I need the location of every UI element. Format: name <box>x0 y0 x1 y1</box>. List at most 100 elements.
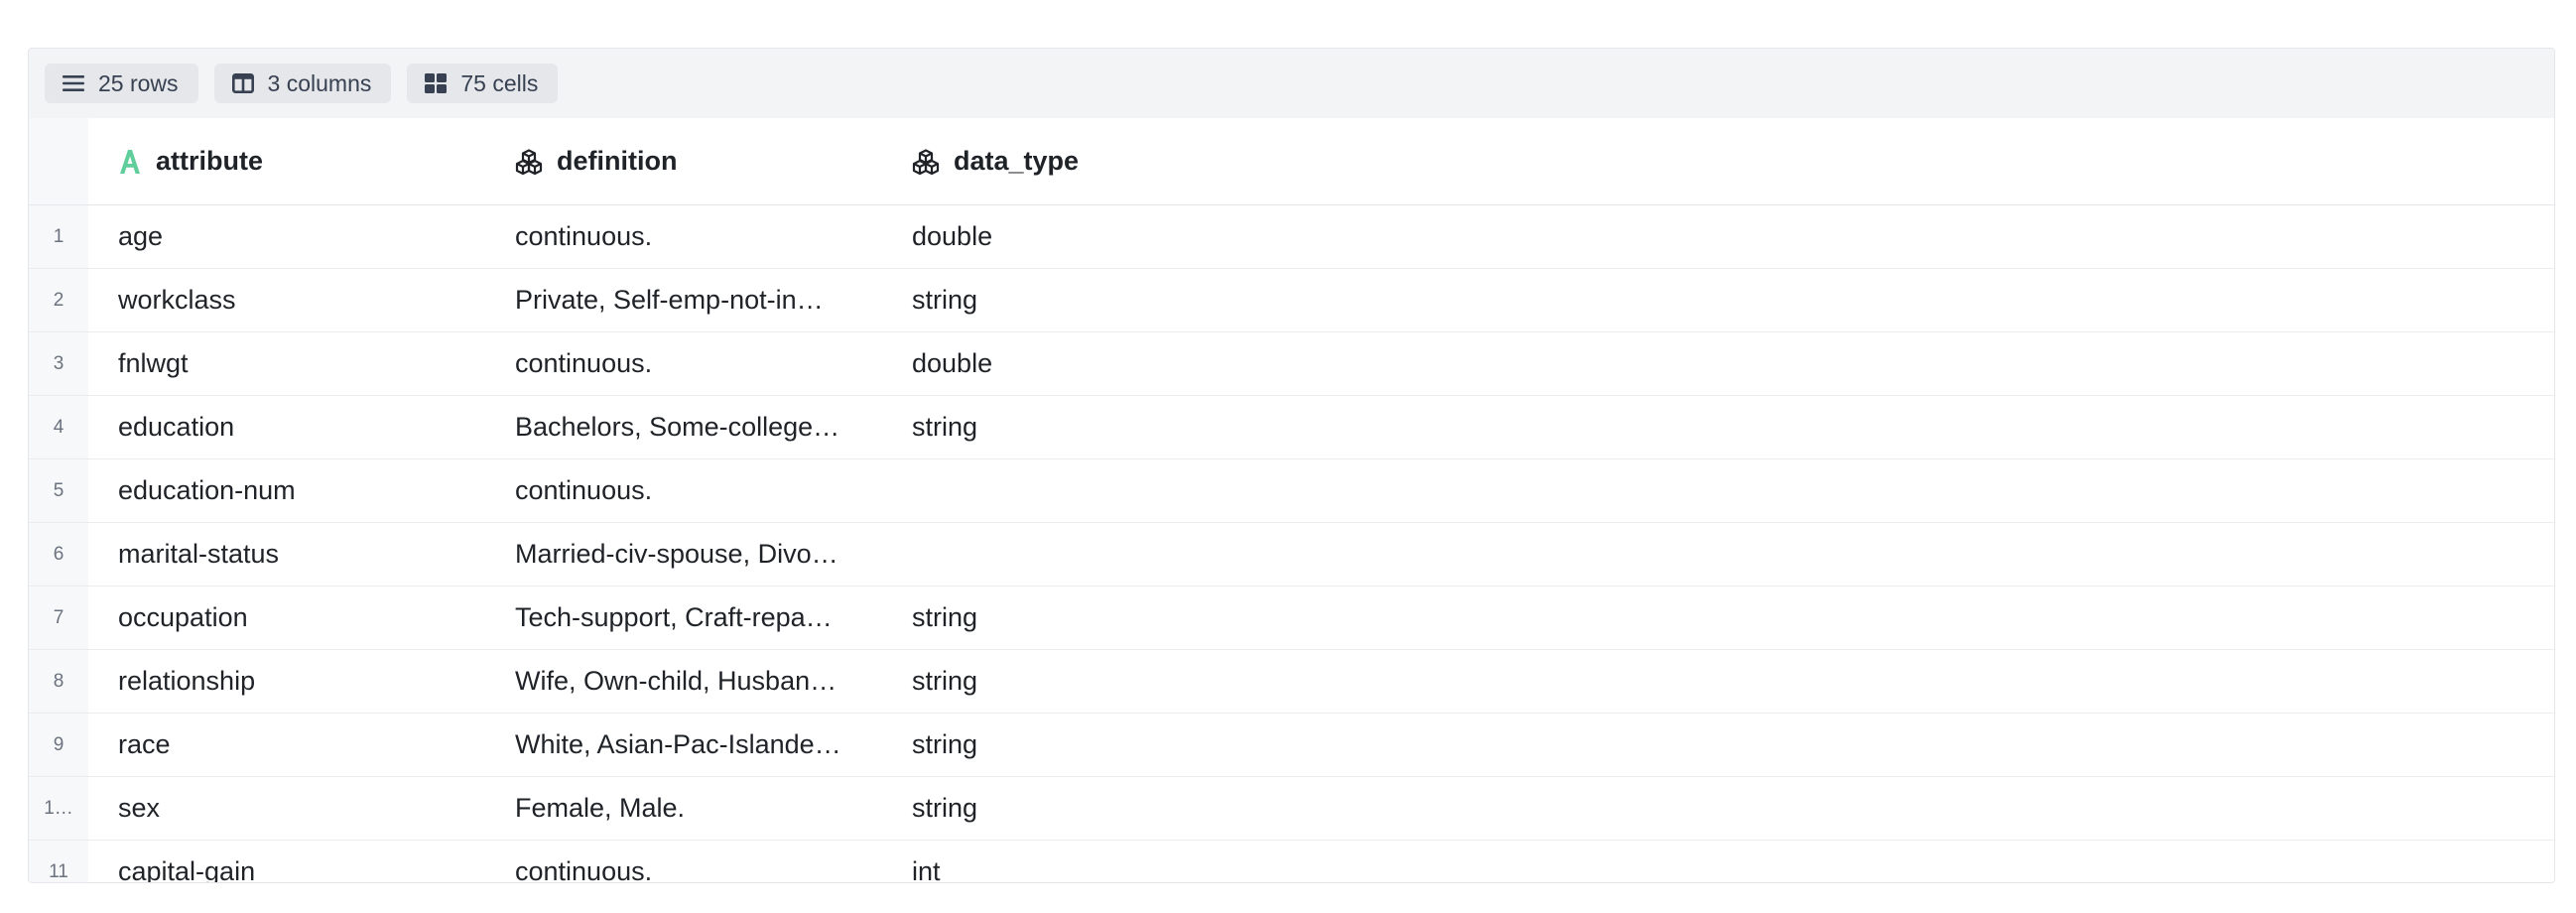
row-filler <box>1279 205 2554 268</box>
cubes-icon <box>515 148 543 175</box>
cell-definition[interactable]: Wife, Own-child, Husban… <box>485 650 882 713</box>
cell-text: race <box>118 729 171 759</box>
row-index: 9 <box>29 714 88 776</box>
cell-definition[interactable]: Tech-support, Craft-repa… <box>485 587 882 649</box>
table-row[interactable]: 8 relationship Wife, Own-child, Husban… … <box>29 650 2554 714</box>
cells-count-label: 75 cells <box>460 69 539 96</box>
cell-text: Female, Male. <box>515 793 686 823</box>
cell-definition[interactable]: continuous. <box>485 459 882 522</box>
table-row[interactable]: 4 education Bachelors, Some-college… str… <box>29 396 2554 459</box>
table-row[interactable]: 3 fnlwgt continuous. double <box>29 332 2554 396</box>
column-header-data-type[interactable]: data_type <box>882 118 1279 204</box>
cell-text: continuous. <box>515 856 653 883</box>
cell-text: string <box>912 666 978 696</box>
cell-definition[interactable]: Married-civ-spouse, Divo… <box>485 523 882 586</box>
cell-definition[interactable]: Private, Self-emp-not-in… <box>485 269 882 331</box>
row-index: 6 <box>29 523 88 586</box>
cell-text: Private, Self-emp-not-in… <box>515 285 824 315</box>
cell-text: string <box>912 602 978 632</box>
cell-text: Wife, Own-child, Husban… <box>515 666 837 696</box>
table-row[interactable]: 7 occupation Tech-support, Craft-repa… s… <box>29 587 2554 650</box>
table-row[interactable]: 9 race White, Asian-Pac-Islande… string <box>29 714 2554 777</box>
cells-count-chip[interactable]: 75 cells <box>407 64 559 103</box>
header-filler <box>1279 118 2554 204</box>
cell-text: relationship <box>118 666 256 696</box>
cell-definition[interactable]: Female, Male. <box>485 777 882 840</box>
cell-definition[interactable]: continuous. <box>485 332 882 395</box>
column-header-definition[interactable]: definition <box>485 118 882 204</box>
cell-attribute[interactable]: capital-gain <box>88 841 485 882</box>
column-header-label: data_type <box>954 146 1080 176</box>
cell-data-type[interactable]: double <box>882 205 1279 268</box>
cell-attribute[interactable]: fnlwgt <box>88 332 485 395</box>
cell-data-type[interactable]: string <box>882 777 1279 840</box>
table-summary-toolbar: 25 rows 3 columns 75 cells <box>29 49 2554 118</box>
cell-data-type[interactable]: string <box>882 269 1279 331</box>
table-row[interactable]: 1 age continuous. double <box>29 205 2554 269</box>
row-filler <box>1279 777 2554 840</box>
cell-definition[interactable]: White, Asian-Pac-Islande… <box>485 714 882 776</box>
row-index: 8 <box>29 650 88 713</box>
cell-data-type[interactable] <box>882 523 1279 586</box>
row-filler <box>1279 523 2554 586</box>
text-type-icon <box>118 149 142 175</box>
cell-text: double <box>912 348 993 378</box>
cell-text: education <box>118 412 235 442</box>
row-filler <box>1279 332 2554 395</box>
row-index: 3 <box>29 332 88 395</box>
cell-data-type[interactable]: string <box>882 650 1279 713</box>
cell-definition[interactable]: continuous. <box>485 205 882 268</box>
cell-attribute[interactable]: occupation <box>88 587 485 649</box>
cell-text: Married-civ-spouse, Divo… <box>515 539 838 569</box>
cell-text: Tech-support, Craft-repa… <box>515 602 833 632</box>
row-filler <box>1279 714 2554 776</box>
cell-attribute[interactable]: race <box>88 714 485 776</box>
cell-attribute[interactable]: education <box>88 396 485 458</box>
cell-attribute[interactable]: age <box>88 205 485 268</box>
cell-text: Bachelors, Some-college… <box>515 412 840 442</box>
cell-data-type[interactable]: int <box>882 841 1279 882</box>
index-column-header <box>29 118 88 204</box>
cell-data-type[interactable]: string <box>882 587 1279 649</box>
cell-definition[interactable]: continuous. <box>485 841 882 883</box>
cell-text: White, Asian-Pac-Islande… <box>515 729 841 759</box>
grid-icon <box>425 73 448 93</box>
column-header-attribute[interactable]: attribute <box>88 118 485 204</box>
cell-text: string <box>912 729 978 759</box>
table-row[interactable]: 2 workclass Private, Self-emp-not-in… st… <box>29 269 2554 332</box>
cell-attribute[interactable]: relationship <box>88 650 485 713</box>
table-row[interactable]: 1… sex Female, Male. string <box>29 777 2554 841</box>
row-filler <box>1279 396 2554 458</box>
cell-text: continuous. <box>515 475 653 505</box>
columns-count-chip[interactable]: 3 columns <box>213 64 392 103</box>
rows-count-label: 25 rows <box>98 69 179 96</box>
list-icon <box>63 74 84 92</box>
cell-data-type[interactable] <box>882 459 1279 522</box>
row-index: 1 <box>29 205 88 268</box>
table-header-row: attribute definition data_type <box>29 118 2554 205</box>
row-filler <box>1279 841 2554 882</box>
cell-attribute[interactable]: sex <box>88 777 485 840</box>
cell-text: continuous. <box>515 221 653 251</box>
data-table: attribute definition data_type 1 age con… <box>29 118 2554 883</box>
cell-text: fnlwgt <box>118 348 189 378</box>
cell-definition[interactable]: Bachelors, Some-college… <box>485 396 882 458</box>
cell-attribute[interactable]: education-num <box>88 459 485 522</box>
cell-text: workclass <box>118 285 236 315</box>
columns-icon <box>231 73 254 93</box>
table-row[interactable]: 6 marital-status Married-civ-spouse, Div… <box>29 523 2554 587</box>
table-row[interactable]: 11 capital-gain continuous. int <box>29 841 2554 883</box>
columns-count-label: 3 columns <box>267 69 372 96</box>
data-table-panel: 25 rows 3 columns 75 cells attribute def… <box>28 48 2555 883</box>
rows-count-chip[interactable]: 25 rows <box>45 64 198 103</box>
row-index: 7 <box>29 587 88 649</box>
cell-attribute[interactable]: marital-status <box>88 523 485 586</box>
cell-data-type[interactable]: double <box>882 332 1279 395</box>
row-index: 2 <box>29 269 88 331</box>
cell-data-type[interactable]: string <box>882 714 1279 776</box>
table-row[interactable]: 5 education-num continuous. <box>29 459 2554 523</box>
cell-attribute[interactable]: workclass <box>88 269 485 331</box>
cell-data-type[interactable]: string <box>882 396 1279 458</box>
cubes-icon <box>912 148 940 175</box>
row-index: 4 <box>29 396 88 458</box>
